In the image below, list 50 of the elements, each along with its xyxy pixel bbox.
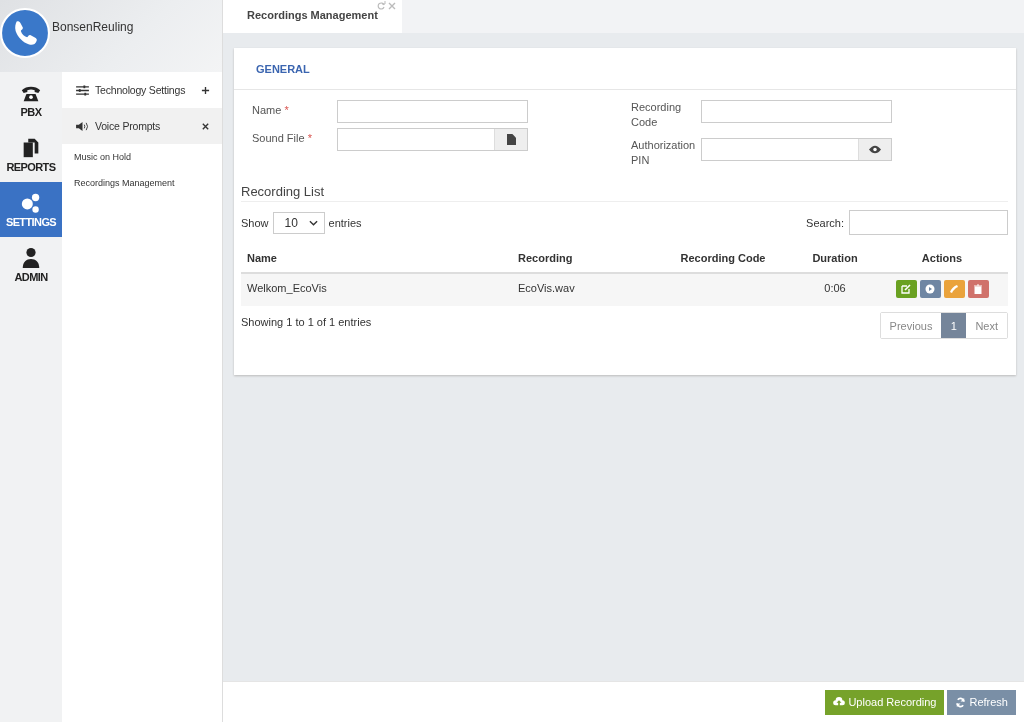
search-field[interactable] (849, 210, 1008, 235)
field-label: Authorization PIN (631, 138, 697, 168)
close-icon[interactable] (386, 1, 397, 11)
refresh-icon[interactable] (375, 1, 386, 11)
edit-button[interactable] (895, 280, 917, 298)
table-cell: EcoVis.wav (518, 282, 575, 294)
page-tab[interactable]: Recordings Management (223, 0, 402, 33)
field-label: Sound File * (252, 131, 313, 144)
account-name: BonsenReuling (52, 20, 134, 34)
submenu-header[interactable]: Voice Prompts (62, 108, 222, 144)
submenu-link[interactable]: Music on Hold (62, 144, 144, 170)
file-icon[interactable] (506, 134, 516, 145)
table-cell: 0:06 (824, 282, 846, 294)
person-icon (20, 246, 42, 269)
phone-logo-icon (0, 8, 50, 58)
nav-item[interactable]: REPORTS (0, 127, 62, 182)
delete-button[interactable] (967, 280, 989, 298)
call-button[interactable] (943, 280, 965, 298)
field-label: Name * (252, 103, 290, 116)
table-info: Showing 1 to 1 of 1 entries (241, 315, 372, 328)
submenu-header[interactable]: Technology Settings (62, 72, 222, 108)
speaker-icon (76, 120, 89, 132)
page-size-select[interactable]: 10 (272, 211, 325, 234)
play-button[interactable] (919, 280, 941, 298)
eye-icon[interactable] (869, 145, 881, 154)
entries-label: entries (328, 216, 362, 229)
refresh-icon (955, 696, 967, 708)
sliders-icon (76, 84, 89, 96)
edit-icon (901, 284, 911, 294)
section-title: GENERAL (256, 62, 310, 75)
play-icon (925, 284, 935, 294)
plus-icon (201, 85, 210, 95)
nav-item[interactable]: ADMIN (0, 237, 62, 292)
pagination-button[interactable]: 1 (941, 313, 967, 338)
nav-item[interactable]: PBX (0, 72, 62, 127)
close-icon (201, 121, 210, 131)
input-field[interactable] (701, 138, 892, 161)
show-label: Show (241, 216, 269, 229)
nav-item[interactable]: SETTINGS (0, 182, 62, 237)
input-field[interactable] (701, 100, 892, 123)
list-title: Recording List (241, 184, 1008, 202)
chevron-icon (308, 219, 318, 226)
submenu-link[interactable]: Recordings Management (62, 170, 187, 196)
input-field[interactable] (337, 128, 528, 151)
field-label: Recording Code (631, 100, 683, 130)
upload-icon (833, 697, 846, 707)
input-field[interactable] (337, 100, 528, 123)
table-cell: Welkom_EcoVis (247, 282, 327, 294)
search-label: Search: (806, 216, 844, 229)
trash-icon (973, 284, 983, 294)
